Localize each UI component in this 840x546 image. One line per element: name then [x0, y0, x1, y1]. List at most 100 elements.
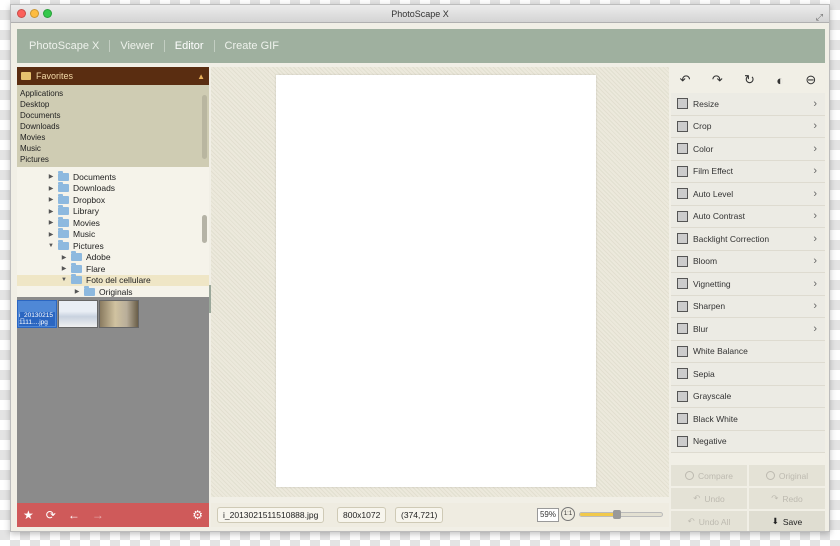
disclosure-closed-icon[interactable]: ▶	[60, 265, 68, 272]
undo-button[interactable]: ↶ Undo	[671, 488, 747, 509]
star-icon[interactable]: ★	[23, 508, 34, 522]
rotate-right-icon[interactable]: ↷	[712, 72, 723, 88]
nav-create-gif[interactable]: Create GIF	[215, 40, 289, 52]
nav-photoscape-x[interactable]: PhotoScape X	[29, 40, 111, 52]
tree-item[interactable]: ▼ Foto del cellulare	[17, 274, 209, 286]
original-icon	[765, 471, 775, 480]
favorites-header[interactable]: Favorites ▲	[17, 67, 209, 85]
status-bar: i_2013021511510888.jpg 800x1072 (374,721…	[211, 503, 669, 527]
tool-vignetting[interactable]: Vignetting ›	[671, 273, 825, 296]
tree-item[interactable]: ▶ Movies	[17, 216, 209, 229]
favorite-item[interactable]: Movies	[20, 132, 206, 143]
tree-item[interactable]: ▶ Downloads	[17, 182, 209, 195]
zoom-slider-handle[interactable]	[612, 510, 621, 519]
disclosure-closed-icon[interactable]: ▶	[60, 254, 68, 261]
tool-white-balance[interactable]: White Balance	[671, 340, 825, 363]
forward-arrow-icon[interactable]: →	[92, 508, 104, 522]
folder-icon	[58, 205, 69, 216]
disclosure-closed-icon[interactable]: ▶	[47, 185, 55, 192]
disclosure-open-icon[interactable]: ▼	[47, 243, 55, 249]
disclosure-closed-icon[interactable]: ▶	[47, 219, 55, 226]
zoom-fit-icon[interactable]: 1:1	[561, 507, 575, 521]
tool-black-white[interactable]: Black White	[671, 408, 825, 431]
tool-blur[interactable]: Blur ›	[671, 318, 825, 341]
favorites-scrollbar[interactable]	[202, 95, 207, 159]
tool-label: Negative	[693, 436, 727, 447]
favorite-item[interactable]: Applications	[20, 88, 206, 99]
nav-viewer[interactable]: Viewer	[110, 40, 165, 52]
favorite-item[interactable]: Downloads	[20, 121, 206, 132]
refresh-icon[interactable]: ⟳	[46, 508, 56, 522]
image-canvas[interactable]	[276, 75, 596, 487]
tool-backlight[interactable]: Backlight Correction ›	[671, 228, 825, 251]
tool-sharpen[interactable]: Sharpen ›	[671, 295, 825, 318]
disclosure-closed-icon[interactable]: ▶	[47, 196, 55, 203]
flip-horizontal-icon[interactable]: ◐	[776, 73, 784, 88]
nav-editor[interactable]: Editor	[165, 40, 215, 52]
compare-button[interactable]: Compare	[671, 465, 747, 486]
tool-film-effect[interactable]: Film Effect ›	[671, 160, 825, 183]
disclosure-closed-icon[interactable]: ▶	[47, 208, 55, 215]
tool-auto-contrast[interactable]: Auto Contrast ›	[671, 205, 825, 228]
favorite-item[interactable]: Music	[20, 143, 206, 154]
tool-negative[interactable]: Negative	[671, 430, 825, 453]
save-label: Save	[782, 516, 803, 527]
caret-up-icon[interactable]: ▲	[197, 72, 205, 81]
tool-bloom[interactable]: Bloom ›	[671, 250, 825, 273]
tool-auto-level[interactable]: Auto Level ›	[671, 183, 825, 206]
minimize-window-button[interactable]	[30, 9, 39, 18]
tree-scrollbar[interactable]	[202, 215, 207, 243]
favorites-title: Favorites	[36, 71, 74, 81]
color-icon	[677, 143, 688, 155]
close-window-button[interactable]	[17, 9, 26, 18]
thumbnail[interactable]	[58, 300, 98, 328]
redo-button[interactable]: ↷ Redo	[749, 488, 825, 509]
chevron-right-icon: ›	[813, 322, 817, 335]
main-nav: PhotoScape X Viewer Editor Create GIF	[17, 29, 825, 63]
zoom-slider-fill	[580, 513, 617, 516]
favorite-item[interactable]: Desktop	[20, 99, 206, 110]
fullscreen-icon[interactable]: ⤢	[816, 8, 823, 26]
tool-label: Black White	[693, 413, 738, 424]
favorite-item[interactable]: Documents	[20, 110, 206, 121]
rotate-arbitrary-icon[interactable]: ↻	[744, 72, 755, 88]
tree-item-label: Foto del cellulare	[86, 275, 151, 286]
undo-all-button[interactable]: ↶ Undo All	[671, 511, 747, 531]
disclosure-closed-icon[interactable]: ▶	[73, 288, 81, 295]
zoom-slider[interactable]	[579, 510, 663, 519]
tree-item[interactable]: ▶ Documents	[17, 170, 209, 183]
tree-item[interactable]: ▶ Dropbox	[17, 193, 209, 206]
tree-item[interactable]: ▼ Pictures	[17, 239, 209, 252]
tree-item[interactable]: ▶ Music	[17, 228, 209, 241]
disclosure-open-icon[interactable]: ▼	[60, 277, 68, 283]
save-icon: ⬇	[771, 516, 779, 526]
tool-crop[interactable]: Crop ›	[671, 115, 825, 138]
tool-grayscale[interactable]: Grayscale	[671, 385, 825, 408]
tools-panel: ↶ ↷ ↻ ◐ ⊖ Resize › Crop › Color › Film Effect ›…	[669, 67, 827, 531]
gear-icon[interactable]: ⚙	[192, 508, 203, 522]
tool-color[interactable]: Color ›	[671, 138, 825, 161]
tree-item[interactable]: ▶ Library	[17, 205, 209, 218]
zoom-value[interactable]: 59%	[537, 508, 559, 522]
maximize-window-button[interactable]	[43, 9, 52, 18]
tree-item[interactable]: ▶ Adobe	[17, 251, 209, 264]
status-filename: i_2013021511510888.jpg	[217, 507, 325, 523]
tree-item[interactable]: ▶ Originals	[17, 285, 209, 297]
save-button[interactable]: ⬇ Save	[749, 511, 825, 531]
original-button[interactable]: Original	[749, 465, 825, 486]
tool-sepia[interactable]: Sepia	[671, 363, 825, 386]
rotate-left-icon[interactable]: ↶	[680, 72, 691, 88]
thumbnail-selected[interactable]: i_20130215 1111....jpg	[17, 300, 57, 328]
disclosure-closed-icon[interactable]: ▶	[47, 173, 55, 180]
backlight-icon	[677, 233, 688, 245]
tree-item[interactable]: ▶ Flare	[17, 262, 209, 275]
favorite-item[interactable]: Pictures	[20, 154, 206, 165]
tool-resize[interactable]: Resize ›	[671, 93, 825, 116]
tree-item-label: Downloads	[73, 183, 116, 194]
disclosure-closed-icon[interactable]: ▶	[47, 231, 55, 238]
chevron-right-icon: ›	[813, 300, 817, 313]
back-arrow-icon[interactable]: ←	[68, 508, 80, 522]
flip-vertical-icon[interactable]: ⊖	[805, 72, 816, 88]
black-white-icon	[677, 413, 688, 425]
thumbnail[interactable]	[99, 300, 139, 328]
